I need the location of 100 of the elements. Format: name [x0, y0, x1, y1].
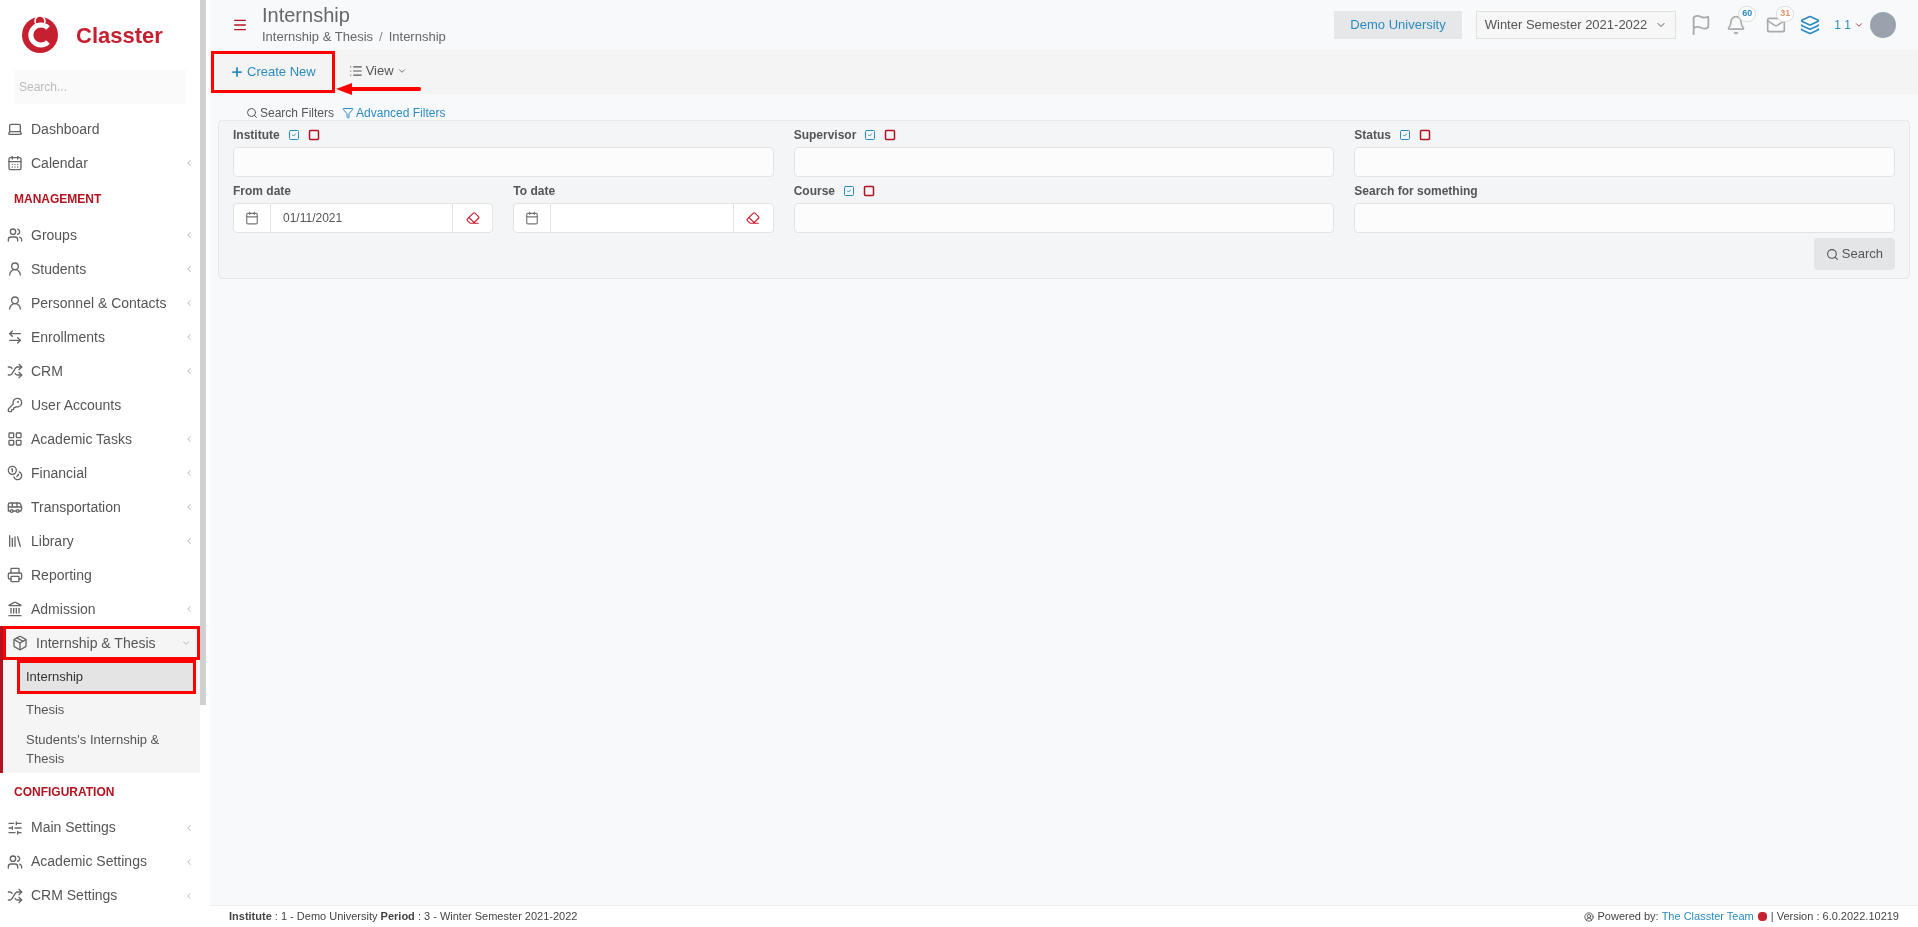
clear-all-icon[interactable]: [863, 185, 875, 197]
clear-all-icon[interactable]: [884, 129, 897, 141]
nav-item[interactable]: Academic Tasks: [0, 422, 200, 456]
grid-icon: [7, 431, 23, 447]
nav-subitem[interactable]: Students's Internship & Thesis: [17, 725, 196, 773]
person-icon: [7, 295, 23, 311]
chevron-icon: [184, 298, 194, 308]
coins-icon: [7, 465, 23, 481]
chevron-icon: [184, 366, 194, 376]
nav-item[interactable]: User Accounts: [0, 388, 200, 422]
input-field[interactable]: [793, 147, 1335, 177]
nav-item[interactable]: Academic Settings: [0, 844, 200, 879]
breadcrumb-separator: /: [379, 28, 383, 47]
layers-icon[interactable]: [1800, 15, 1821, 35]
nav-item[interactable]: Admission: [0, 592, 200, 626]
user-menu[interactable]: 1 1: [1834, 16, 1864, 34]
period-select[interactable]: Winter Semester 2021-2022: [1475, 11, 1677, 39]
input-field[interactable]: [793, 203, 1335, 233]
create-new-button[interactable]: Create New: [211, 51, 335, 93]
chevron-icon: [184, 468, 194, 478]
nav-item[interactable]: Financial: [0, 456, 200, 490]
avatar[interactable]: [1870, 12, 1896, 38]
caret-icon: [1854, 20, 1864, 30]
select-all-icon[interactable]: [864, 129, 877, 141]
caret-icon: [396, 66, 407, 76]
input-field[interactable]: [1354, 147, 1895, 177]
notification-icon[interactable]: [1726, 15, 1747, 35]
nav-item[interactable]: Internship & Thesis: [3, 626, 200, 660]
people-icon: [7, 227, 23, 243]
field-label: Course: [793, 183, 835, 200]
books-icon: [7, 533, 23, 549]
bank-icon: [7, 601, 23, 617]
powered-by-label: Powered by:: [1597, 909, 1659, 925]
shuffle-icon: [7, 887, 23, 904]
nav-item[interactable]: CRM Settings: [0, 878, 200, 913]
nav-item[interactable]: Personnel & Contacts: [0, 286, 200, 320]
select-all-icon[interactable]: [287, 129, 300, 141]
key-icon: [7, 397, 23, 413]
scrollbar-thumb[interactable]: [200, 0, 206, 705]
select-all-icon[interactable]: [843, 185, 855, 197]
nav-item[interactable]: Main Settings: [0, 810, 200, 845]
printer-icon: [7, 567, 23, 583]
mail-icon[interactable]: [1766, 15, 1787, 35]
input-field[interactable]: [233, 147, 774, 177]
version-label: | Version : 6.0.2022.10219: [1770, 909, 1899, 925]
calendar-icon: [7, 155, 23, 171]
nav-item[interactable]: Transportation: [0, 490, 200, 524]
message-badge: 31: [1776, 6, 1795, 22]
calendar-icon[interactable]: [525, 211, 540, 225]
nav-item[interactable]: Calendar: [0, 146, 200, 180]
page-title: Internship: [262, 3, 351, 28]
shuffle-icon: [7, 363, 23, 379]
filter-tab[interactable]: Advanced Filters: [342, 104, 446, 122]
nav-subitem[interactable]: Thesis: [17, 693, 196, 726]
field-label: From date: [233, 183, 291, 200]
logo-icon: [20, 15, 60, 55]
brand-name: Classter: [76, 21, 163, 50]
list-icon: [348, 64, 363, 78]
menu-icon[interactable]: [232, 17, 248, 33]
filter-tab[interactable]: Search Filters: [246, 104, 335, 122]
date-field[interactable]: [513, 203, 774, 233]
eraser-icon[interactable]: [465, 211, 480, 225]
eraser-icon[interactable]: [746, 211, 761, 225]
view-button[interactable]: View: [340, 61, 415, 81]
breadcrumb-link[interactable]: Internship & Thesis: [262, 27, 374, 47]
section-heading: MANAGEMENT: [13, 191, 103, 208]
select-all-icon[interactable]: [1399, 129, 1411, 141]
chevron-icon: [184, 230, 194, 240]
nav-item[interactable]: Groups: [0, 218, 200, 252]
chevron-icon: [184, 158, 194, 168]
nav-item[interactable]: CRM: [0, 354, 200, 388]
nav-item[interactable]: Enrollments: [0, 320, 200, 354]
nav-item[interactable]: Dashboard: [0, 112, 200, 146]
nav-item[interactable]: Library: [0, 524, 200, 558]
input-field[interactable]: [1354, 203, 1895, 233]
arrows-icon: [7, 329, 23, 345]
clear-all-icon[interactable]: [1419, 129, 1431, 141]
chevron-icon: [184, 822, 194, 833]
clear-all-icon[interactable]: [307, 129, 320, 141]
search-button[interactable]: Search: [1813, 238, 1895, 270]
calendar-icon[interactable]: [245, 211, 259, 225]
team-link[interactable]: The Classter Team: [1661, 908, 1754, 925]
person-icon: [7, 261, 23, 277]
search-field[interactable]: Search...: [14, 70, 186, 104]
notification-badge: 60: [1738, 6, 1757, 22]
date-field[interactable]: 01/11/2021: [233, 203, 494, 233]
search-icon: [246, 107, 258, 119]
box-icon: [12, 635, 28, 651]
chevron-icon: [184, 434, 194, 444]
chevron-icon: [184, 332, 194, 342]
field-label: Status: [1354, 127, 1391, 144]
chevron-icon: [184, 890, 194, 901]
chevron-icon: [184, 536, 194, 546]
breadcrumb-link[interactable]: Internship: [388, 27, 446, 47]
nav-item[interactable]: Students: [0, 252, 200, 286]
footer-info: Institute : 1 - Demo University Period : 3 - Winter Semester 2021-2022: [229, 909, 578, 925]
chevron-icon: [184, 264, 194, 274]
nav-item[interactable]: Reporting: [0, 558, 200, 592]
nav-subitem[interactable]: Internship: [17, 660, 196, 694]
plus-icon: [230, 65, 244, 79]
